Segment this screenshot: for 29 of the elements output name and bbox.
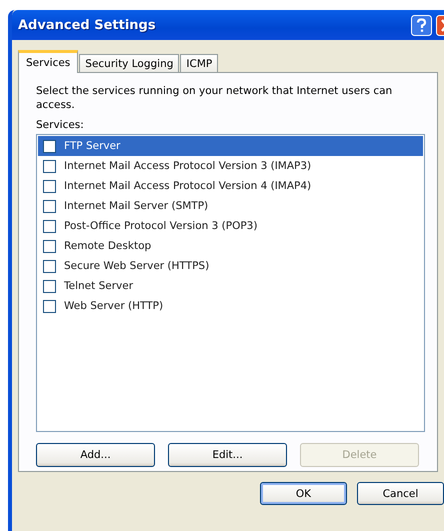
- checkbox[interactable]: [43, 220, 56, 232]
- service-item[interactable]: Post-Office Protocol Version 3 (POP3): [38, 216, 423, 236]
- service-item[interactable]: Internet Mail Server (SMTP): [38, 196, 423, 216]
- description-text: Select the services running on your network that Internet users can access.: [36, 84, 394, 112]
- checkbox[interactable]: [43, 300, 56, 312]
- service-item[interactable]: Internet Mail Access Protocol Version 4 (IMAP4): [38, 176, 423, 196]
- list-button[interactable]: Add...: [36, 443, 155, 467]
- service-item[interactable]: Secure Web Server (HTTPS): [38, 256, 423, 276]
- dialog-button[interactable]: OK: [260, 482, 347, 505]
- checkbox[interactable]: [43, 140, 56, 152]
- checkbox[interactable]: [43, 240, 56, 252]
- checkbox[interactable]: [43, 160, 56, 172]
- service-item[interactable]: FTP Server: [38, 136, 423, 156]
- service-item[interactable]: Telnet Server: [38, 276, 423, 296]
- tab[interactable]: Security Logging: [79, 54, 180, 72]
- tab[interactable]: Services: [18, 50, 78, 73]
- service-item[interactable]: Remote Desktop: [38, 236, 423, 256]
- help-icon[interactable]: [411, 14, 432, 36]
- dialog-button[interactable]: Cancel: [357, 482, 444, 505]
- service-item[interactable]: Web Server (HTTP): [38, 296, 423, 316]
- service-item[interactable]: Internet Mail Access Protocol Version 3 (IMAP3): [38, 156, 423, 176]
- window-title: Advanced Settings: [18, 18, 157, 32]
- list-button[interactable]: Edit...: [168, 443, 287, 467]
- services-label: Services:: [36, 119, 85, 131]
- checkbox[interactable]: [43, 280, 56, 292]
- checkbox[interactable]: [43, 200, 56, 212]
- checkbox[interactable]: [43, 260, 56, 272]
- checkbox[interactable]: [43, 180, 56, 192]
- tab[interactable]: ICMP: [180, 54, 218, 72]
